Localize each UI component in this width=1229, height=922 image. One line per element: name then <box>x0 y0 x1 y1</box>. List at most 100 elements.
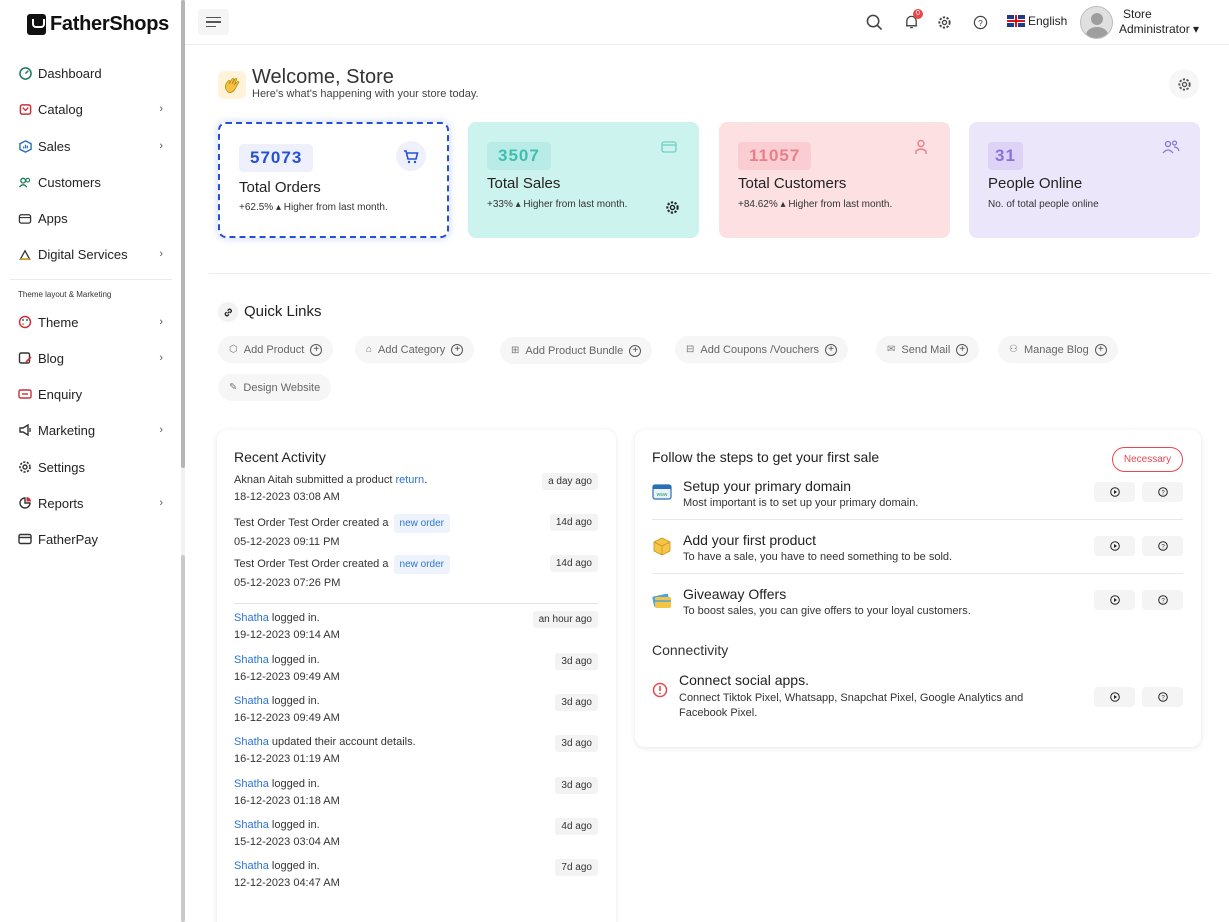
activity-item: Test Order Test Order created a new orde… <box>234 514 598 550</box>
sidebar-item-digital-services[interactable]: Digital Services › <box>18 243 163 265</box>
stat-value: 57073 <box>239 144 314 172</box>
activity-user-link[interactable]: Shatha <box>234 695 269 707</box>
activity-user-link[interactable]: Shatha <box>234 819 269 831</box>
quick-link-add-product-bundle[interactable]: ⊞ Add Product Bundle + <box>500 337 653 364</box>
activity-time-ago: a day ago <box>542 473 598 490</box>
help-button[interactable]: ? <box>1142 590 1183 610</box>
menu-toggle-button[interactable] <box>198 9 229 35</box>
edit-icon: ✎ <box>229 382 238 393</box>
help-button[interactable]: ? <box>1142 687 1183 707</box>
help-button[interactable]: ? <box>1142 482 1183 502</box>
stat-card-total-customers[interactable]: 11057 Total Customers +84.62% ▴ Higher f… <box>719 122 950 238</box>
quick-link-manage-blog[interactable]: ⚇ Manage Blog + <box>998 336 1118 363</box>
activity-time-ago: 14d ago <box>549 514 598 531</box>
user-menu[interactable]: Store Administrator ▾ <box>1119 7 1199 37</box>
activity-user-link[interactable]: Shatha <box>234 654 269 666</box>
sidebar-item-catalog[interactable]: Catalog › <box>18 98 163 120</box>
avatar[interactable] <box>1080 6 1113 39</box>
shop-bag-icon <box>27 14 46 35</box>
help-button[interactable]: ? <box>1142 536 1183 556</box>
quick-link-label: Design Website <box>243 381 321 394</box>
play-video-button[interactable] <box>1094 482 1135 502</box>
plus-circle-icon: + <box>825 343 838 356</box>
sidebar-divider <box>10 279 172 280</box>
sidebar-item-label: Theme <box>38 314 79 330</box>
activity-tag[interactable]: new order <box>393 514 450 533</box>
sidebar-item-label: Reports <box>38 495 84 511</box>
dashboard-settings-button[interactable] <box>1169 69 1199 99</box>
sidebar-item-theme[interactable]: Theme › <box>18 311 163 333</box>
help-circle-icon: ? <box>1157 487 1168 497</box>
play-video-button[interactable] <box>1094 590 1135 610</box>
quick-link-add-product[interactable]: ⬡ Add Product + <box>218 336 334 363</box>
activity-time-ago: 3d ago <box>555 735 598 752</box>
stat-card-total-sales[interactable]: 3507 Total Sales +33% ▴ Higher from last… <box>468 122 699 238</box>
coupon-icon: ⊟ <box>686 344 695 355</box>
activity-date: 05-12-2023 09:11 PM <box>234 536 340 548</box>
gear-icon[interactable] <box>665 200 680 220</box>
sidebar-item-dashboard[interactable]: Dashboard <box>18 62 163 84</box>
activity-date: 05-12-2023 07:26 PM <box>234 577 341 589</box>
sidebar-item-label: Blog <box>38 350 65 366</box>
play-circle-icon <box>1109 541 1120 551</box>
svg-text:www: www <box>657 492 668 498</box>
sidebar-item-fatherpay[interactable]: FatherPay <box>18 528 163 550</box>
sidebar-item-enquiry[interactable]: Enquiry <box>18 383 163 405</box>
waving-hand-icon <box>218 71 246 99</box>
stat-card-total-orders[interactable]: 57073 Total Orders +62.5% ▴ Higher from … <box>218 122 449 238</box>
recent-activity-title: Recent Activity <box>234 449 326 465</box>
sidebar-item-label: Customers <box>38 174 101 190</box>
language-selector[interactable]: English <box>1007 14 1067 28</box>
stat-title: People Online <box>988 175 1083 192</box>
sidebar-item-reports[interactable]: Reports › <box>18 492 163 514</box>
reports-icon <box>18 496 32 510</box>
activity-link[interactable]: return <box>395 474 424 486</box>
search-icon[interactable] <box>864 12 884 32</box>
activity-user-link[interactable]: Shatha <box>234 860 269 872</box>
hamburger-icon <box>206 16 221 19</box>
stat-change: No. of total people online <box>988 199 1099 210</box>
quick-link-design-website[interactable]: ✎ Design Website <box>218 374 332 401</box>
activity-tag[interactable]: new order <box>393 555 450 574</box>
quick-links-title: Quick Links <box>244 303 322 320</box>
sidebar-item-sales[interactable]: Sales › <box>18 135 163 157</box>
users-group-icon <box>1162 139 1180 160</box>
stat-card-people-online[interactable]: 31 People Online No. of total people onl… <box>969 122 1200 238</box>
page-title: Welcome, Store <box>252 66 394 88</box>
brand-logo[interactable]: FatherShops <box>27 13 169 36</box>
sales-icon <box>18 139 32 153</box>
sidebar-section-label: Theme layout & Marketing <box>18 290 112 299</box>
customers-icon <box>18 175 32 189</box>
sidebar-item-customers[interactable]: Customers <box>18 171 163 193</box>
link-icon <box>218 302 238 322</box>
settings-gear-icon[interactable] <box>934 12 954 32</box>
sidebar-item-label: Catalog <box>38 101 83 117</box>
plus-circle-icon: + <box>451 343 464 356</box>
quick-link-add-coupons[interactable]: ⊟ Add Coupons /Vouchers + <box>675 336 849 363</box>
quick-link-add-category[interactable]: ⌂ Add Category + <box>355 336 475 363</box>
notification-bell-icon[interactable]: 0 <box>901 9 923 32</box>
section-divider <box>209 273 1211 274</box>
mail-icon: ✉ <box>887 344 896 355</box>
recent-activity-card: Recent Activity Aknan Aitah submitted a … <box>217 430 616 922</box>
sidebar-item-apps[interactable]: Apps <box>18 207 163 229</box>
sidebar-item-label: Sales <box>38 138 71 154</box>
sidebar-item-blog[interactable]: Blog › <box>18 347 163 369</box>
activity-date: 16-12-2023 01:18 AM <box>234 795 340 807</box>
play-video-button[interactable] <box>1094 687 1135 707</box>
user-role: Administrator ▾ <box>1119 22 1200 36</box>
activity-user-link[interactable]: Shatha <box>234 736 269 748</box>
activity-user-link[interactable]: Shatha <box>234 778 269 790</box>
sidebar-item-settings[interactable]: Settings <box>18 456 163 478</box>
quick-link-send-mail[interactable]: ✉ Send Mail + <box>876 336 980 363</box>
help-icon[interactable]: ? <box>970 12 990 32</box>
sidebar-item-label: Digital Services <box>38 246 128 262</box>
sidebar-item-marketing[interactable]: Marketing › <box>18 419 163 441</box>
quick-link-label: Manage Blog <box>1023 343 1089 356</box>
play-video-button[interactable] <box>1094 536 1135 556</box>
activity-date: 16-12-2023 09:49 AM <box>234 712 340 724</box>
box-icon <box>653 537 671 556</box>
activity-user-link[interactable]: Shatha <box>234 612 269 624</box>
svg-text:?: ? <box>978 17 983 27</box>
play-circle-icon <box>1109 692 1120 702</box>
